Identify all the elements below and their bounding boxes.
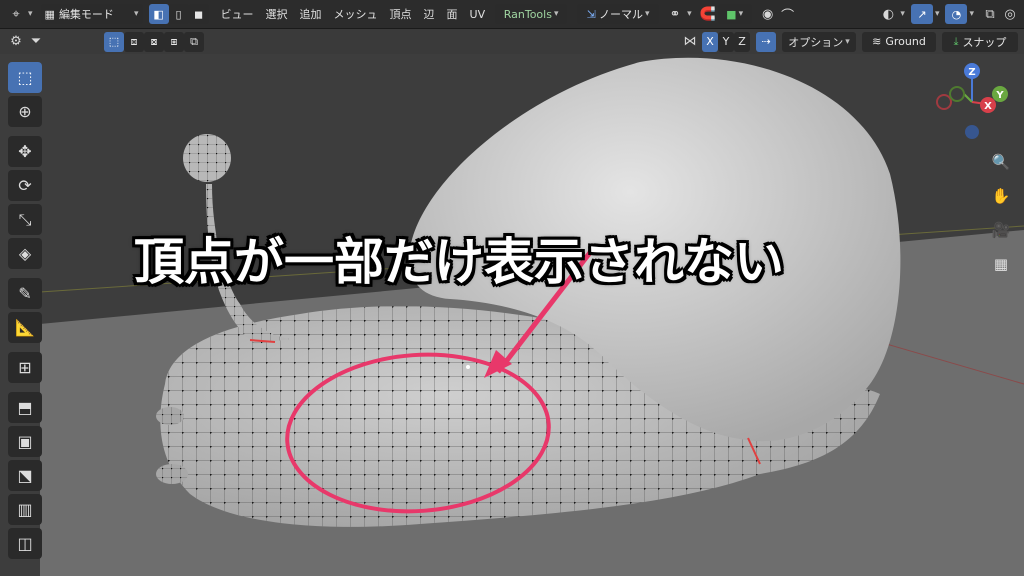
menu-view[interactable]: ビュー [215, 6, 260, 22]
pan-hand-icon[interactable]: ✋ [988, 183, 1014, 209]
mirror-z-button[interactable]: Z [734, 31, 750, 52]
snap-element-dropdown[interactable]: ■ ▾ [717, 4, 752, 24]
select-invert-button[interactable]: ⧆ [164, 31, 184, 52]
vertex-select-mode-button[interactable]: ◧ [148, 4, 169, 24]
scene-render [0, 54, 1024, 576]
snap-toggle-icon[interactable]: 🧲 [698, 4, 718, 24]
wireframe-shading-icon[interactable]: ◎ [1000, 4, 1020, 24]
orientation-icon: ⇲ [586, 7, 596, 21]
annotate-tool-icon[interactable]: ✎ [8, 278, 42, 309]
overlay-toggle-button[interactable]: ◔ [945, 4, 968, 24]
menu-vertex[interactable]: 頂点 [384, 6, 418, 22]
overlay-caption: 頂点が一部だけ表示されない [134, 233, 784, 291]
options-dropdown[interactable]: オプション ▾ [782, 31, 856, 52]
measure-tool-icon[interactable]: 📐 [8, 312, 42, 343]
pivot-point-icon[interactable]: ⚭ [665, 4, 685, 24]
select-intersect-button[interactable]: ⧉ [184, 31, 204, 52]
gear-icon[interactable]: ⚙ [6, 32, 26, 52]
select-extend-button[interactable]: ⧈ [124, 31, 144, 52]
snap-target-label: Ground [885, 35, 926, 48]
3d-viewport[interactable]: ⬚ ⊕ ✥ ⟳ ⤡ ◈ ✎ 📐 ⊞ ⬒ ▣ ⬔ ▥ ◫ Z X Y 🔍 ✋ 🎥 … [0, 54, 1024, 576]
menu-face[interactable]: 面 [441, 6, 464, 22]
move-tool-icon[interactable]: ✥ [8, 136, 42, 167]
cursor-tool-icon[interactable]: ⊕ [8, 96, 42, 127]
add-cube-tool-icon[interactable]: ⊞ [8, 352, 42, 383]
zoom-icon[interactable]: 🔍 [988, 149, 1014, 175]
wave-icon: ≋ [872, 35, 882, 48]
tool-shelf: ⬚ ⊕ ✥ ⟳ ⤡ ◈ ✎ 📐 ⊞ ⬒ ▣ ⬔ ▥ ◫ [8, 62, 46, 559]
gizmo-neg-y[interactable] [949, 86, 965, 102]
snap-button[interactable]: ⤓ スナップ [942, 31, 1018, 52]
gizmo-x-label: X [984, 101, 992, 112]
rotate-tool-icon[interactable]: ⟳ [8, 170, 42, 201]
extrude-tool-icon[interactable]: ⬒ [8, 392, 42, 423]
chevron-down-icon: ▾ [134, 9, 139, 19]
transform-orientation-dropdown[interactable]: ⇲ ノーマル ▾ [577, 4, 660, 24]
addon-label: RanTools [503, 7, 552, 21]
snap-target-button[interactable]: ≋ Ground [862, 31, 936, 52]
gizmo-toggle-button[interactable]: ↗ [910, 4, 933, 24]
transform-tool-icon[interactable]: ◈ [8, 238, 42, 269]
auto-merge-icon[interactable]: ⇢ [756, 31, 776, 52]
butterfly-mirror-icon[interactable]: ⋈ [680, 32, 700, 52]
bevel-tool-icon[interactable]: ⬔ [8, 460, 42, 491]
mode-icon: ▦ [44, 7, 55, 21]
mirror-y-button[interactable]: Y [718, 31, 734, 52]
proportional-edit-icon[interactable]: ◉ [758, 4, 778, 24]
menu-select[interactable]: 選択 [260, 6, 294, 22]
loop-cut-tool-icon[interactable]: ▥ [8, 494, 42, 525]
select-box-tool-icon[interactable]: ⬚ [8, 62, 42, 93]
mirror-x-button[interactable]: X [702, 31, 718, 52]
chevron-down-icon[interactable]: ▾ [969, 9, 974, 19]
addon-menu-rantools[interactable]: RanTools ▾ [495, 4, 568, 24]
chevron-down-icon[interactable]: ▾ [935, 9, 940, 19]
face-select-mode-button[interactable]: ◼ [188, 4, 209, 24]
gizmo-neg-z[interactable] [965, 125, 979, 139]
edge-select-mode-button[interactable]: ▯ [168, 4, 189, 24]
filter-icon[interactable]: ⏷ [26, 32, 46, 52]
select-new-button[interactable]: ⬚ [104, 31, 124, 52]
options-label: オプション [788, 35, 844, 49]
camera-icon[interactable]: 🎥 [988, 217, 1014, 243]
knife-tool-icon[interactable]: ◫ [8, 528, 42, 559]
select-subtract-button[interactable]: ⧇ [144, 31, 164, 52]
chevron-down-icon: ▾ [738, 9, 744, 19]
chevron-down-icon: ▾ [644, 9, 650, 19]
chevron-down-icon: ▾ [553, 9, 559, 19]
chevron-down-icon[interactable]: ▾ [900, 9, 905, 19]
inset-tool-icon[interactable]: ▣ [8, 426, 42, 457]
menu-edge[interactable]: 辺 [418, 6, 441, 22]
mode-label: 編集モード [58, 8, 114, 21]
chevron-down-icon: ▾ [845, 36, 850, 47]
square-icon: ■ [726, 7, 737, 21]
chevron-down-icon[interactable]: ▾ [28, 9, 33, 19]
mode-selector[interactable]: ▦ 編集モード ▾ [40, 4, 143, 24]
falloff-curve-icon[interactable]: ⌒ [778, 4, 798, 24]
menu-mesh[interactable]: メッシュ [328, 6, 384, 22]
navigation-controls: 🔍 ✋ 🎥 ▦ [988, 149, 1014, 277]
object-visibility-icon[interactable]: ◐ [878, 4, 898, 24]
chevron-down-icon[interactable]: ▾ [687, 9, 692, 19]
menu-add[interactable]: 追加 [294, 6, 328, 22]
orientation-label: ノーマル [598, 8, 643, 21]
snap-label: スナップ [962, 35, 1007, 49]
tool-settings-bar: ⚙ ⏷ ⬚ ⧈ ⧇ ⧆ ⧉ ⋈ X Y Z ⇢ オプション ▾ ≋ Ground… [0, 29, 1024, 54]
navigation-gizmo[interactable]: Z X Y [928, 54, 1024, 154]
gizmo-z-label: Z [968, 67, 975, 78]
grid-perspective-icon[interactable]: ▦ [988, 251, 1014, 277]
3d-viewport-header: ⌖ ▾ ▦ 編集モード ▾ ◧ ▯ ◼ ビュー 選択 追加 メッシュ 頂点 辺 面… [0, 0, 1024, 29]
scale-tool-icon[interactable]: ⤡ [8, 204, 42, 235]
gizmo-neg-x[interactable] [936, 94, 952, 110]
editor-type-icon[interactable]: ⌖ [6, 4, 26, 24]
xray-toggle-icon[interactable]: ⧉ [980, 4, 1000, 24]
gizmo-y-label: Y [995, 90, 1004, 101]
menu-uv[interactable]: UV [464, 8, 492, 21]
download-arrow-icon: ⤓ [953, 34, 959, 48]
